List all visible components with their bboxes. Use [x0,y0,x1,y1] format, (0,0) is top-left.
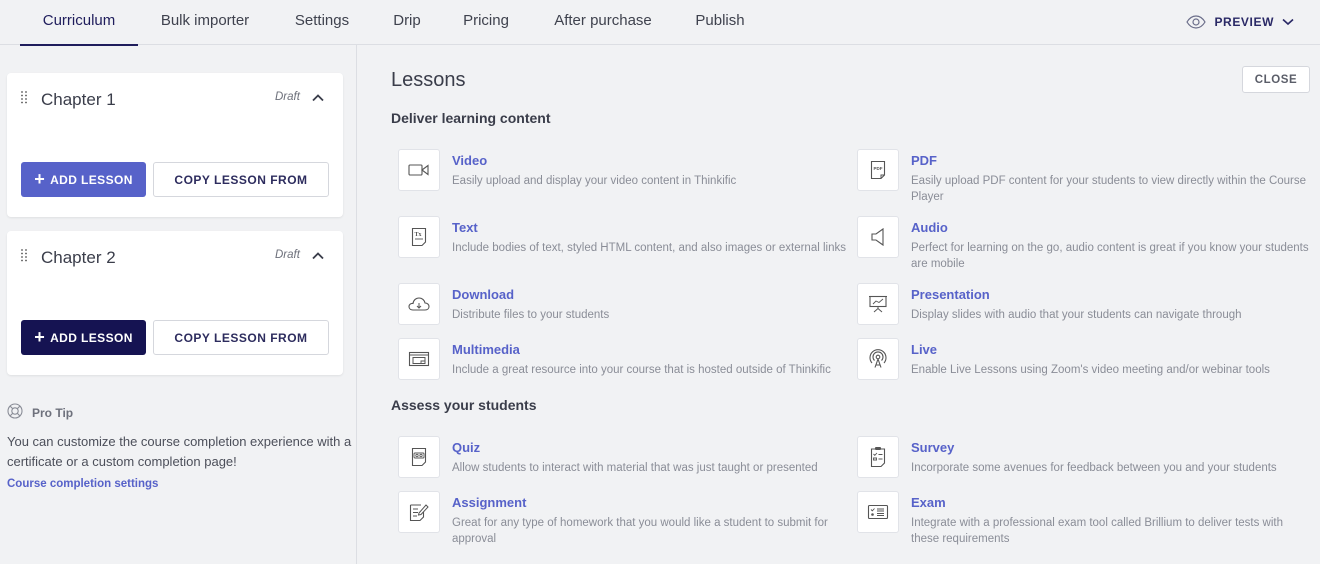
add-lesson-label: ADD LESSON [50,172,133,187]
speaker-icon [857,216,899,258]
lesson-name: Exam [911,495,946,510]
add-lesson-label: ADD LESSON [50,330,133,345]
quiz-document-icon [398,436,440,478]
multimedia-window-icon [398,338,440,380]
tab-publish[interactable]: Publish [693,0,747,45]
drag-handle-icon[interactable] [21,249,27,263]
preview-button[interactable]: PREVIEW [1186,12,1294,32]
chevron-up-icon[interactable] [311,91,325,105]
drag-handle-icon[interactable] [21,91,27,105]
chapter-status: Draft [275,249,300,261]
pdf-file-icon: PDF [857,149,899,191]
svg-text:Tx: Tx [414,232,421,238]
svg-text:PDF: PDF [874,166,883,171]
section-title: Deliver learning content [391,110,551,126]
lesson-name: Multimedia [452,342,520,357]
video-camera-icon [398,149,440,191]
lesson-name: Audio [911,220,948,235]
lesson-name: Survey [911,440,955,455]
chevron-up-icon[interactable] [311,249,325,263]
edit-document-icon [398,491,440,533]
add-lesson-button[interactable]: + ADD LESSON [21,162,146,197]
copy-lesson-from-button[interactable]: COPY LESSON FROM [153,320,329,355]
lesson-name: PDF [911,153,937,168]
chapter-card: Chapter 1 Draft + ADD LESSON COPY LESSON… [7,73,343,217]
panel-title: Lessons [391,69,466,91]
curriculum-sidebar: Chapter 1 Draft + ADD LESSON COPY LESSON… [0,45,357,564]
tab-drip[interactable]: Drip [391,0,423,45]
lesson-name: Assignment [452,495,527,510]
course-completion-settings-link[interactable]: Course completion settings [7,478,158,490]
lesson-description: Display slides with audio that your stud… [911,309,1242,321]
exam-checklist-icon [857,491,899,533]
tab-pricing[interactable]: Pricing [460,0,512,45]
pro-tip-text: You can customize the course completion … [7,434,352,469]
lesson-name: Live [911,342,938,357]
close-button[interactable]: CLOSE [1242,66,1310,93]
tab-curriculum[interactable]: Curriculum [20,0,138,46]
copy-lesson-from-button[interactable]: COPY LESSON FROM [153,162,329,197]
lessons-panel: Lessons CLOSE Deliver learning content V… [358,45,1320,564]
lesson-description: Distribute files to your students [452,309,610,321]
tab-bulk-importer[interactable]: Bulk importer [157,0,253,45]
chapter-title[interactable]: Chapter 2 [41,248,116,268]
section-title: Assess your students [391,397,537,413]
plus-icon: + [34,168,46,189]
chapter-card: Chapter 2 Draft + ADD LESSON COPY LESSON… [7,231,343,375]
lesson-description: Great for any type of homework that you … [452,517,828,545]
lesson-name: Quiz [452,440,481,455]
lesson-description: Allow students to interact with material… [452,462,818,474]
cloud-download-icon [398,283,440,325]
lesson-description: Integrate with a professional exam tool … [911,517,1284,545]
pro-tip: Pro Tip You can customize the course com… [7,403,352,492]
lesson-name: Presentation [911,287,990,302]
preview-label: PREVIEW [1214,15,1274,29]
clipboard-checklist-icon [857,436,899,478]
lifebuoy-icon [7,403,23,422]
pro-tip-heading: Pro Tip [32,405,74,420]
course-builder-tabs: Curriculum Bulk importer Settings Drip P… [0,0,1320,46]
lesson-name: Video [452,153,488,168]
lesson-description: Easily upload and display your video con… [452,175,737,187]
eye-icon [1186,15,1207,29]
chapter-title[interactable]: Chapter 1 [41,90,116,110]
text-document-icon: Tx [398,216,440,258]
broadcast-icon [857,338,899,380]
plus-icon: + [34,326,46,347]
lesson-description: Include a great resource into your cours… [452,364,831,376]
lesson-name: Download [452,287,515,302]
presentation-board-icon [857,283,899,325]
lesson-description: Perfect for learning on the go, audio co… [911,242,1309,270]
chevron-down-icon [1282,18,1294,26]
add-lesson-button[interactable]: + ADD LESSON [21,320,146,355]
lesson-description: Incorporate some avenues for feedback be… [911,462,1277,474]
chapter-status: Draft [275,91,300,103]
tab-settings[interactable]: Settings [291,0,353,45]
lesson-description: Easily upload PDF content for your stude… [911,175,1307,203]
tab-after-purchase[interactable]: After purchase [550,0,656,45]
lesson-description: Enable Live Lessons using Zoom's video m… [911,364,1270,376]
lesson-description: Include bodies of text, styled HTML cont… [452,242,846,254]
lesson-name: Text [452,220,478,235]
